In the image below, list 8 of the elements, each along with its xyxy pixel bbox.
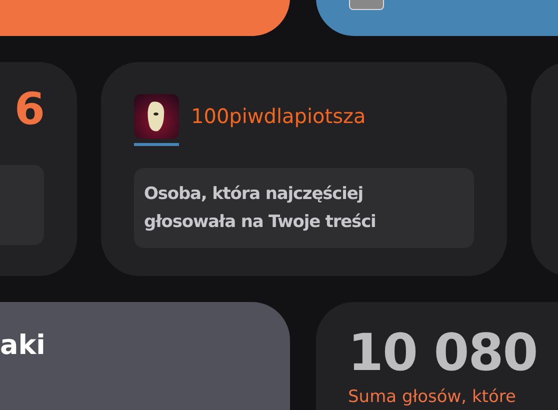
username-link[interactable]: 100piwdlapiotsza	[191, 104, 366, 128]
card-title: aki	[0, 330, 46, 363]
stat-value: 6	[14, 84, 44, 135]
votes-caption: Suma głosów, które	[348, 387, 516, 407]
votes-total: 10 080	[348, 324, 538, 383]
avatar[interactable]	[134, 94, 179, 146]
description-text: Osoba, która najczęściej głosowała na Twoje treści	[144, 183, 377, 234]
mask-avatar-icon	[134, 94, 179, 139]
